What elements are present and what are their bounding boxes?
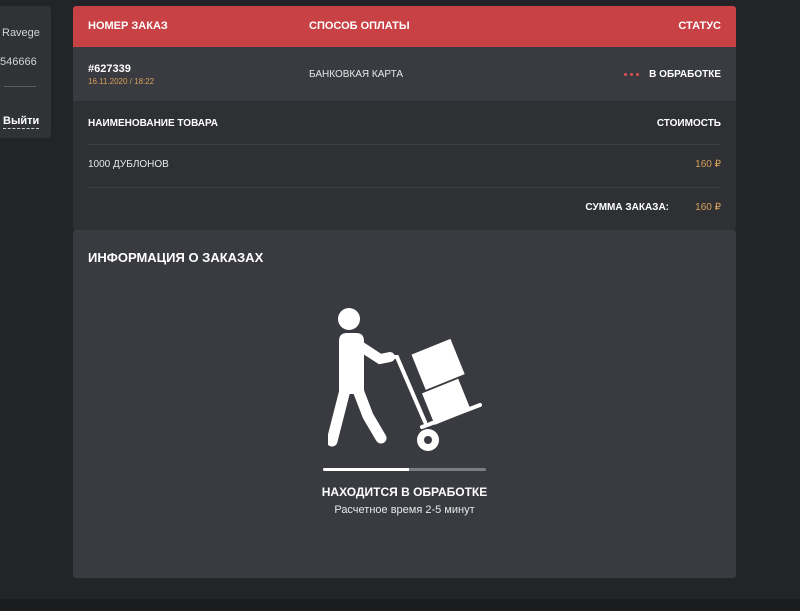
order-number: #627339 <box>88 63 131 75</box>
footer-strip <box>0 599 800 611</box>
page: Ravege 546666 Выйти НОМЕР ЗАКАЗ СПОСОБ О… <box>0 0 800 611</box>
processing-subtitle: Расчетное время 2-5 минут <box>334 504 475 516</box>
items-table-header: НАИМЕНОВАНИЕ ТОВАРА СТОИМОСТЬ <box>73 101 736 144</box>
user-panel: Ravege 546666 Выйти <box>0 6 51 138</box>
payment-method-header: СПОСОБ ОПЛАТЫ <box>309 20 410 32</box>
status-header: СТАТУС <box>678 20 721 32</box>
item-price: 160 ₽ <box>695 159 721 170</box>
order-date: 16.11.2020 / 18:22 <box>88 77 155 86</box>
order-table-header: НОМЕР ЗАКАЗ СПОСОБ ОПЛАТЫ СТАТУС <box>73 6 736 47</box>
divider <box>88 187 721 188</box>
divider <box>4 86 36 87</box>
logout-button[interactable]: Выйти <box>3 115 40 129</box>
order-number-header: НОМЕР ЗАКАЗ <box>88 20 168 32</box>
delivery-person-hand-truck-icon <box>328 308 482 451</box>
order-total-label: СУММА ЗАКАЗА: <box>585 202 669 213</box>
order-status: В ОБРАБОТКЕ <box>649 69 721 80</box>
user-name: Ravege <box>2 27 40 39</box>
order-total-value: 160 ₽ <box>695 202 721 213</box>
order-row: #627339 16.11.2020 / 18:22 БАНКОВКАЯ КАР… <box>73 47 736 101</box>
item-name-header: НАИМЕНОВАНИЕ ТОВАРА <box>88 118 219 129</box>
user-id: 546666 <box>0 56 37 68</box>
divider <box>88 144 721 145</box>
payment-method: БАНКОВКАЯ КАРТА <box>309 69 404 80</box>
order-info-card: ИНФОРМАЦИЯ О ЗАКАЗАХ НАХОДИТСЯ В ОБРАБОТ… <box>73 230 736 578</box>
item-price-header: СТОИМОСТЬ <box>656 118 721 129</box>
info-title: ИНФОРМАЦИЯ О ЗАКАЗАХ <box>88 250 264 265</box>
status-badge: В ОБРАБОТКЕ <box>624 69 721 80</box>
item-name: 1000 ДУБЛОНОВ <box>88 159 169 170</box>
processing-title: НАХОДИТСЯ В ОБРАБОТКЕ <box>321 485 488 499</box>
order-card: НОМЕР ЗАКАЗ СПОСОБ ОПЛАТЫ СТАТУС #627339… <box>73 6 736 230</box>
progress-fill <box>323 468 410 471</box>
progress-bar <box>323 468 486 471</box>
loading-dots-icon <box>624 73 640 76</box>
